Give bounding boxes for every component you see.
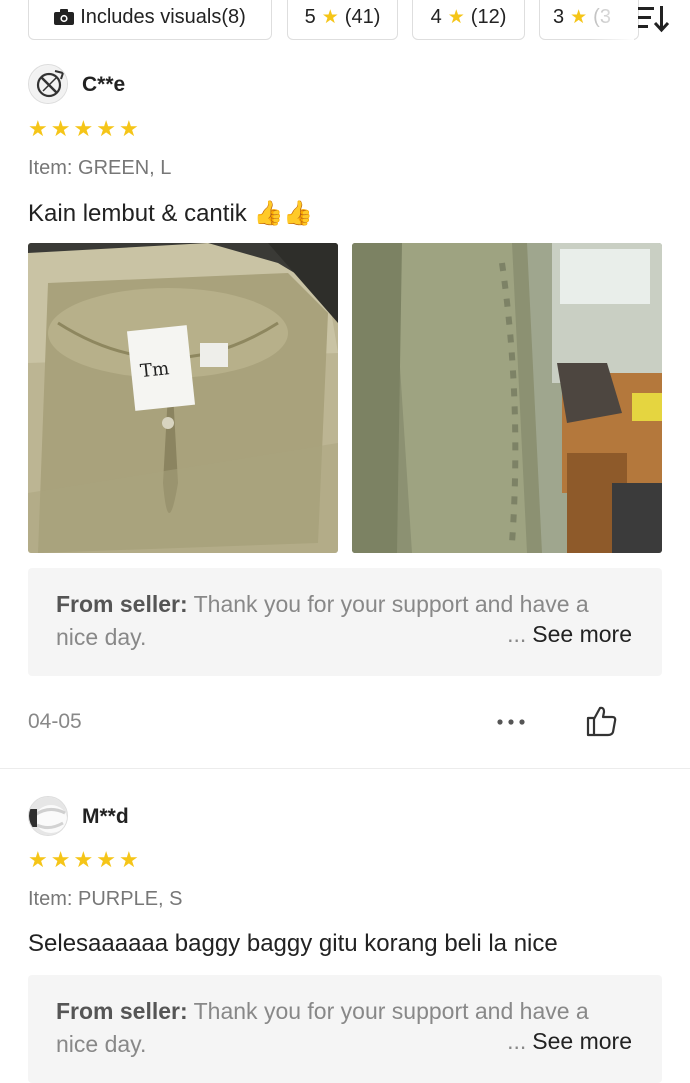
see-more-dots: ... (507, 621, 527, 647)
filter-includes-visuals[interactable]: Includes visuals(8) (28, 0, 272, 40)
thumbs-up-icon[interactable] (584, 704, 618, 738)
rating-stars: ★ ★ ★ ★ ★ (28, 848, 139, 872)
see-more-label: See more (532, 1028, 632, 1054)
star-icon: ★ (28, 116, 48, 141)
review-comment: Kain lembut & cantik 👍👍 (28, 200, 314, 227)
star-icon: ★ (570, 6, 588, 28)
item-variant: Item: PURPLE, S (28, 888, 183, 910)
star-icon: ★ (50, 847, 71, 872)
camera-icon (54, 9, 75, 25)
photo-garment-closeup (352, 243, 662, 553)
star-icon: ★ (321, 6, 339, 28)
see-more-label: See more (532, 621, 632, 647)
review-date: 04-05 (28, 710, 82, 733)
filter-4-stars-count: (12) (470, 5, 507, 28)
sort-icon[interactable] (636, 4, 670, 34)
see-more-dots: ... (507, 1028, 527, 1054)
star-icon: ★ (447, 6, 465, 28)
star-icon: ★ (28, 847, 48, 872)
reviewer-name[interactable]: M**d (82, 805, 129, 829)
avatar-image (29, 797, 67, 835)
filter-4-stars[interactable]: 4 ★ (12) (412, 0, 525, 40)
seller-label: From seller: (56, 591, 188, 617)
filter-includes-visuals-label: Includes visuals(8) (80, 5, 246, 28)
star-icon: ★ (73, 847, 94, 872)
filter-4-stars-number: 4 (430, 5, 442, 28)
filter-5-stars-number: 5 (304, 5, 316, 28)
seller-reply: From seller: Thank you for your support … (28, 568, 662, 676)
scroll-fade (590, 0, 634, 40)
seller-label: From seller: (56, 998, 188, 1024)
reviewer-name[interactable]: C**e (82, 73, 125, 97)
item-variant: Item: GREEN, L (28, 157, 172, 179)
rating-stars: ★ ★ ★ ★ ★ (28, 117, 139, 141)
avatar[interactable] (28, 64, 68, 104)
review-photo[interactable] (352, 243, 662, 553)
filter-3-stars-number: 3 (553, 5, 565, 28)
star-icon: ★ (96, 847, 116, 872)
filter-5-stars[interactable]: 5 ★ (41) (287, 0, 398, 40)
star-icon: ★ (118, 116, 139, 141)
avatar[interactable] (28, 796, 68, 836)
review-filter-bar: Includes visuals(8) 5 ★ (41) 4 ★ (12) 3 … (0, 0, 690, 44)
star-icon: ★ (50, 116, 71, 141)
seller-reply: From seller: Thank you for your support … (28, 975, 662, 1083)
star-icon: ★ (118, 847, 139, 872)
photo-folded-garment: Tm (28, 243, 338, 553)
review-comment: Selesaaaaaa baggy baggy gitu korang beli… (28, 930, 558, 957)
see-more-link[interactable]: ... See more (507, 1028, 632, 1055)
more-dots-icon[interactable] (494, 712, 530, 732)
review-divider (0, 768, 690, 769)
review-photo[interactable]: Tm (28, 243, 338, 553)
filter-5-stars-count: (41) (344, 5, 381, 28)
star-icon: ★ (73, 116, 94, 141)
star-icon: ★ (96, 116, 116, 141)
avatar-image (30, 66, 67, 103)
see-more-link[interactable]: ... See more (507, 621, 632, 648)
svg-text:Tm: Tm (139, 358, 170, 382)
